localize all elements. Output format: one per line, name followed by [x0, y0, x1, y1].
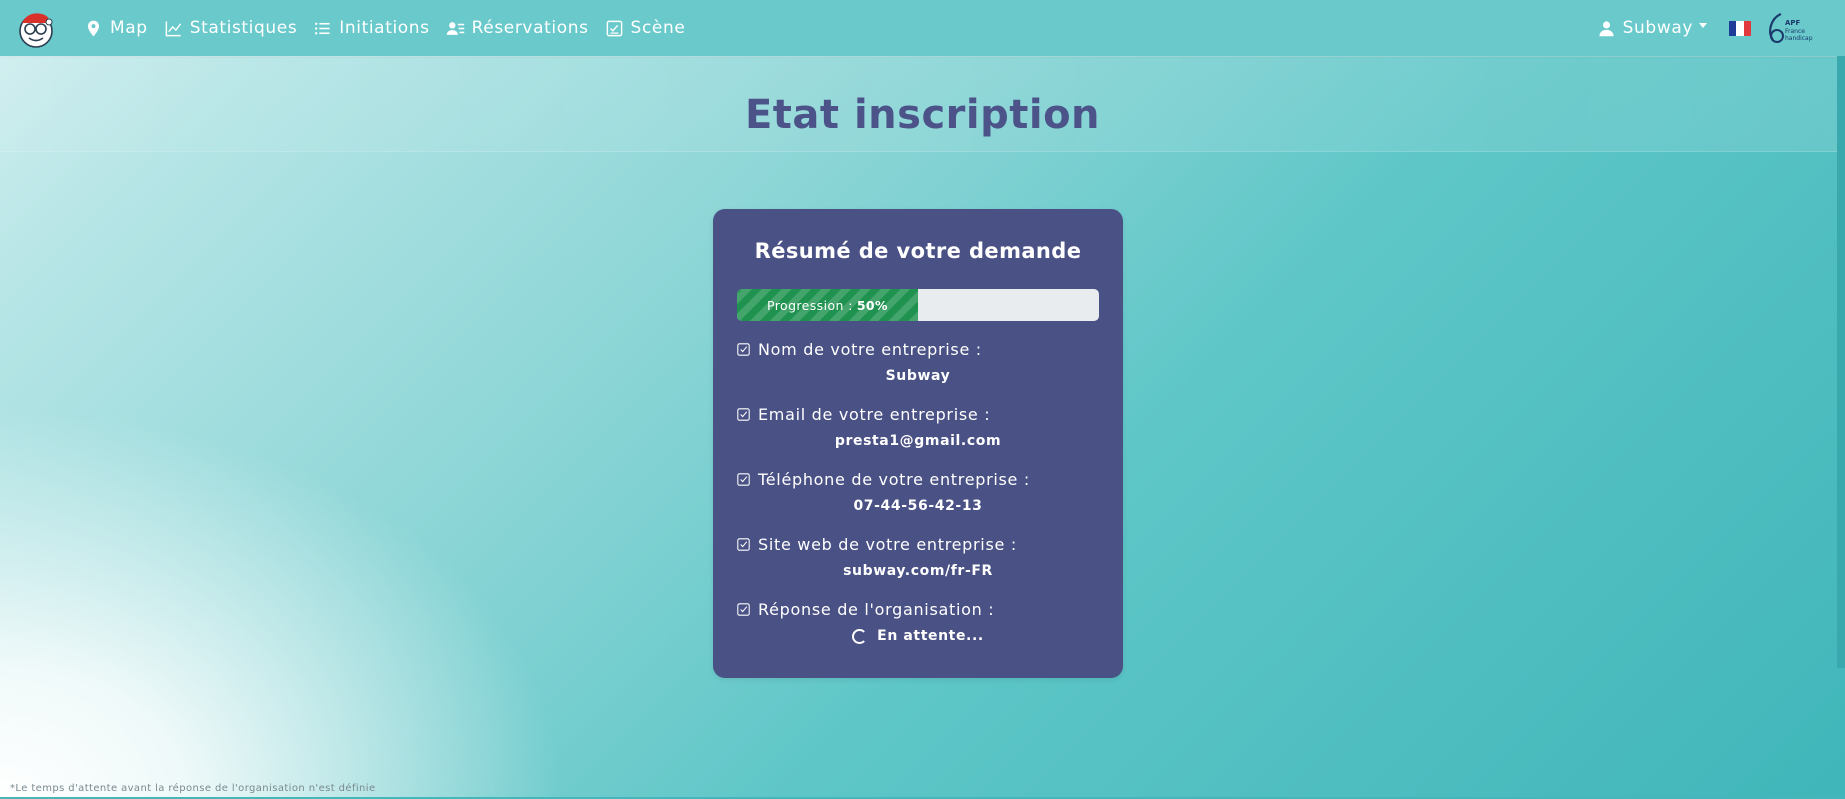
field-label-row: Site web de votre entreprise : [737, 535, 1099, 554]
chart-line-icon [165, 20, 181, 36]
nav-item-statistiques[interactable]: Statistiques [164, 18, 298, 38]
svg-text:France: France [1785, 28, 1805, 35]
field-label: Nom de votre entreprise : [758, 340, 982, 359]
company-website-value: subway.com/fr-FR [843, 563, 993, 579]
page-title: Etat inscription [744, 92, 1101, 138]
mascot-logo-icon [19, 13, 53, 48]
fr-flag-icon[interactable] [1729, 20, 1751, 36]
checklist-icon [606, 20, 622, 36]
apf-france-handicap-logo: APF France handicap [1769, 12, 1813, 43]
organisation-response-value: En attente... [877, 628, 984, 644]
field-label: Site web de votre entreprise : [758, 535, 1017, 554]
app-logo[interactable] [16, 9, 56, 49]
field-label-row: Email de votre entreprise : [737, 405, 1099, 424]
nav-item-label: Map [110, 18, 148, 38]
check-square-icon [737, 538, 750, 551]
field-label-row: Téléphone de votre entreprise : [737, 470, 1099, 489]
user-list-icon [446, 21, 464, 35]
check-square-icon [737, 603, 750, 616]
company-email-value: presta1@gmail.com [834, 433, 1002, 449]
loading-spinner-icon [852, 628, 868, 644]
field-value: Subway [737, 368, 1099, 384]
field-company-name: Nom de votre entreprise : Subway [737, 340, 1099, 384]
progress-bar: Progression : 50% [737, 289, 1099, 321]
check-square-icon [737, 473, 750, 486]
field-label-row: Nom de votre entreprise : [737, 340, 1099, 359]
nav-item-label: Scène [630, 18, 686, 38]
field-label-row: Réponse de l'organisation : [737, 600, 1099, 619]
nav-item-label: Réservations [471, 18, 589, 38]
company-phone-value: 07-44-56-42-13 [853, 498, 983, 514]
field-organisation-response: Réponse de l'organisation : En attente..… [737, 600, 1099, 644]
company-name-value: Subway [885, 368, 951, 384]
request-summary-card: Résumé de votre demande Progression : 50… [713, 209, 1123, 678]
field-value: En attente... [737, 628, 1099, 644]
user-name: Subway [1622, 18, 1693, 38]
field-label: Email de votre entreprise : [758, 405, 991, 424]
svg-text:handicap: handicap [1785, 35, 1813, 42]
nav-item-label: Statistiques [189, 18, 298, 38]
check-square-icon [737, 408, 750, 421]
scrollbar[interactable] [1837, 56, 1845, 668]
field-company-website: Site web de votre entreprise : subway.co… [737, 535, 1099, 579]
progress-value: 50% [856, 297, 888, 313]
nav-item-label: Initiations [339, 18, 430, 38]
field-value: 07-44-56-42-13 [737, 498, 1099, 514]
nav-item-scene[interactable]: Scène [605, 18, 686, 38]
nav-item-map[interactable]: Map [84, 18, 148, 38]
map-pin-icon [87, 20, 100, 36]
top-navbar: Map Statistiques Initiations Réservation… [0, 0, 1845, 56]
nav-item-initiations[interactable]: Initiations [313, 18, 429, 38]
svg-text:APF: APF [1785, 19, 1801, 27]
card-title: Résumé de votre demande [754, 239, 1082, 263]
nav-menu: Map Statistiques Initiations Réservation… [84, 0, 685, 56]
check-square-icon [737, 343, 750, 356]
field-company-phone: Téléphone de votre entreprise : 07-44-56… [737, 470, 1099, 514]
user-dropdown[interactable]: Subway [1598, 18, 1707, 38]
nav-item-reservations[interactable]: Réservations [446, 18, 589, 38]
progress-fill: Progression : 50% [737, 289, 918, 321]
field-label: Téléphone de votre entreprise : [758, 470, 1030, 489]
field-company-email: Email de votre entreprise : presta1@gmai… [737, 405, 1099, 449]
nav-right: Subway APF France handicap [1598, 0, 1817, 56]
progress-label: Progression : [767, 297, 853, 313]
field-value: presta1@gmail.com [737, 433, 1099, 449]
chevron-down-icon [1699, 22, 1707, 28]
footnote: *Le temps d'attente avant la réponse de … [10, 783, 376, 794]
field-label: Réponse de l'organisation : [758, 600, 995, 619]
field-value: subway.com/fr-FR [737, 563, 1099, 579]
user-icon [1599, 20, 1614, 36]
list-icon [315, 22, 330, 34]
